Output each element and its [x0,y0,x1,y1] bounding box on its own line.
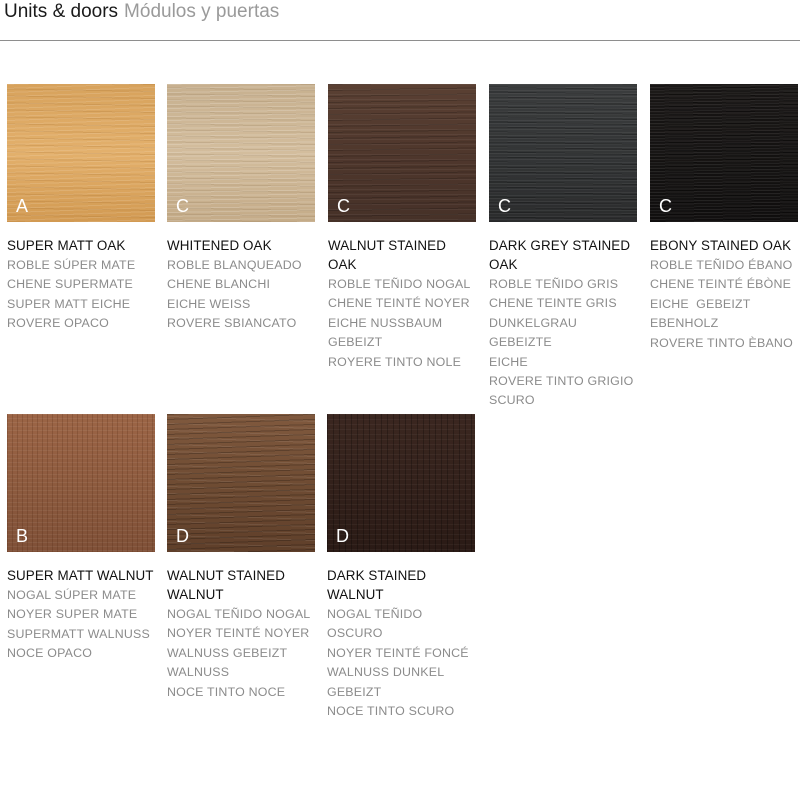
translation-line: ROVERE TINTO ÈBANO [650,335,793,350]
swatch-grid: A SUPER MATT OAK ROBLE SÚPER MATE CHENE … [0,0,800,800]
swatch-name: DARK STAINED WALNUT [327,568,427,602]
translation-line: EBENHOLZ [650,316,719,331]
translation-line: NOYER TEINTÉ FONCÉ [327,645,469,660]
translation-line: DUNKELGRAU GEBEIZTE [489,315,578,350]
swatch-translations: ROBLE TEÑIDO ÉBANO CHENE TEINTÉ ÉBÒNE EI… [650,256,800,353]
translation-line: EICHE WEISS [167,296,251,311]
chip-letter: C [337,196,350,216]
swatch-translations: ROBLE TEÑIDO GRIS CHENE TEINTE GRIS DUNK… [489,275,641,411]
swatch-name: SUPER MATT OAK [7,238,126,253]
translation-line: GEBEIZT [327,684,382,699]
swatch-translations: NOGAL TEÑIDO NOGAL NOYER TEINTÉ NOYER WA… [167,605,317,702]
wood-chip: D [327,414,475,552]
translation-line: NOYER TEINTÉ NOYER [167,626,310,641]
wood-chip: D [167,414,315,552]
translation-line: SUPERMATT WALNUSS [7,626,150,641]
swatch-translations: NOGAL SÚPER MATE NOYER SUPER MATE SUPERM… [7,586,159,664]
translation-line: ROBLE TEÑIDO NOGAL [328,277,471,291]
translation-line: CHENE TEINTÉ ÉBÒNE [650,277,792,292]
translation-line: ROVERE OPACO [7,316,110,331]
translation-line: ROBLE SÚPER MATE [7,258,136,272]
wood-chip: B [7,414,155,552]
translation-line: WALNUSS [167,665,230,680]
swatch-name: WALNUT STAINED OAK [328,238,446,272]
translation-line: EICHE [489,354,528,369]
swatch-super-matt-oak: A SUPER MATT OAK ROBLE SÚPER MATE CHENE … [7,84,157,334]
chip-letter: C [659,196,672,216]
translation-line: EICHE NUSSBAUM [328,315,443,330]
translation-line: CHENE TEINTÉ NOYER [328,296,470,311]
swatch-walnut-stained-walnut: D WALNUT STAINED WALNUT NOGAL TEÑIDO NOG… [167,414,317,702]
swatch-translations: NOGAL TEÑIDO OSCURO NOYER TEINTÉ FONCÉ W… [327,605,477,721]
translation-line: SUPER MATT EICHE [7,296,131,311]
chip-letter: C [176,196,189,216]
swatch-name: DARK GREY STAINED OAK [489,238,631,272]
swatch-whitened-oak: C WHITENED OAK ROBLE BLANQUEADO CHENE BL… [167,84,317,334]
translation-line: NOGAL SÚPER MATE [7,588,137,602]
swatch-translations: ROBLE SÚPER MATE CHENE SUPERMATE SUPER M… [7,256,157,334]
translation-line: NOYER SUPER MATE [7,607,138,622]
translation-line: EICHE GEBEIZT [650,296,751,311]
translation-line: NOGAL TEÑIDO OSCURO [327,607,423,641]
translation-line: NOCE TINTO NOCE [167,684,286,699]
translation-line: CHENE TEINTE GRIS [489,296,617,311]
wood-chip: C [489,84,637,222]
wood-chip: C [328,84,476,222]
translation-line: CHENE BLANCHI [167,277,271,292]
translation-line: NOCE OPACO [7,646,93,661]
translation-line: CHENE SUPERMATE [7,277,134,292]
chip-letter: D [176,526,189,546]
translation-line: ROVERE SBIANCATO [167,316,297,331]
swatch-translations: ROBLE TEÑIDO NOGAL CHENE TEINTÉ NOYER EI… [328,275,478,372]
swatch-walnut-stained-oak: C WALNUT STAINED OAK ROBLE TEÑIDO NOGAL … [328,84,478,372]
wood-chip: C [650,84,798,222]
wood-chip: C [167,84,315,222]
swatch-ebony-stained-oak: C EBONY STAINED OAK ROBLE TEÑIDO ÉBANO C… [650,84,800,353]
translation-line: SCURO [489,393,535,408]
swatch-name: WALNUT STAINED WALNUT [167,568,285,602]
chip-letter: D [336,526,349,546]
wood-chip: A [7,84,155,222]
translation-line: ROYERE TINTO NOLE [328,354,462,369]
chip-letter: C [498,196,511,216]
translation-line: GEBEIZT [328,335,383,350]
translation-line: ROVERE TINTO GRIGIO [489,374,634,389]
translation-line: ROBLE BLANQUEADO [167,258,302,272]
translation-line: NOCE TINTO SCURO [327,704,455,719]
swatch-dark-grey-stained-oak: C DARK GREY STAINED OAK ROBLE TEÑIDO GRI… [489,84,641,411]
translation-line: WALNUSS GEBEIZT [167,645,288,660]
translation-line: ROBLE TEÑIDO ÉBANO [650,258,793,272]
swatch-name: WHITENED OAK [167,238,272,253]
swatch-translations: ROBLE BLANQUEADO CHENE BLANCHI EICHE WEI… [167,256,317,334]
swatch-dark-stained-walnut: D DARK STAINED WALNUT NOGAL TEÑIDO OSCUR… [327,414,477,721]
translation-line: WALNUSS DUNKEL [327,665,445,680]
chip-letter: B [16,526,29,546]
swatch-super-matt-walnut: B SUPER MATT WALNUT NOGAL SÚPER MATE NOY… [7,414,159,664]
translation-line: ROBLE TEÑIDO GRIS [489,277,619,291]
translation-line: NOGAL TEÑIDO NOGAL [167,607,311,621]
swatch-name: EBONY STAINED OAK [650,238,792,253]
chip-letter: A [16,196,29,216]
swatch-name: SUPER MATT WALNUT [7,568,154,583]
